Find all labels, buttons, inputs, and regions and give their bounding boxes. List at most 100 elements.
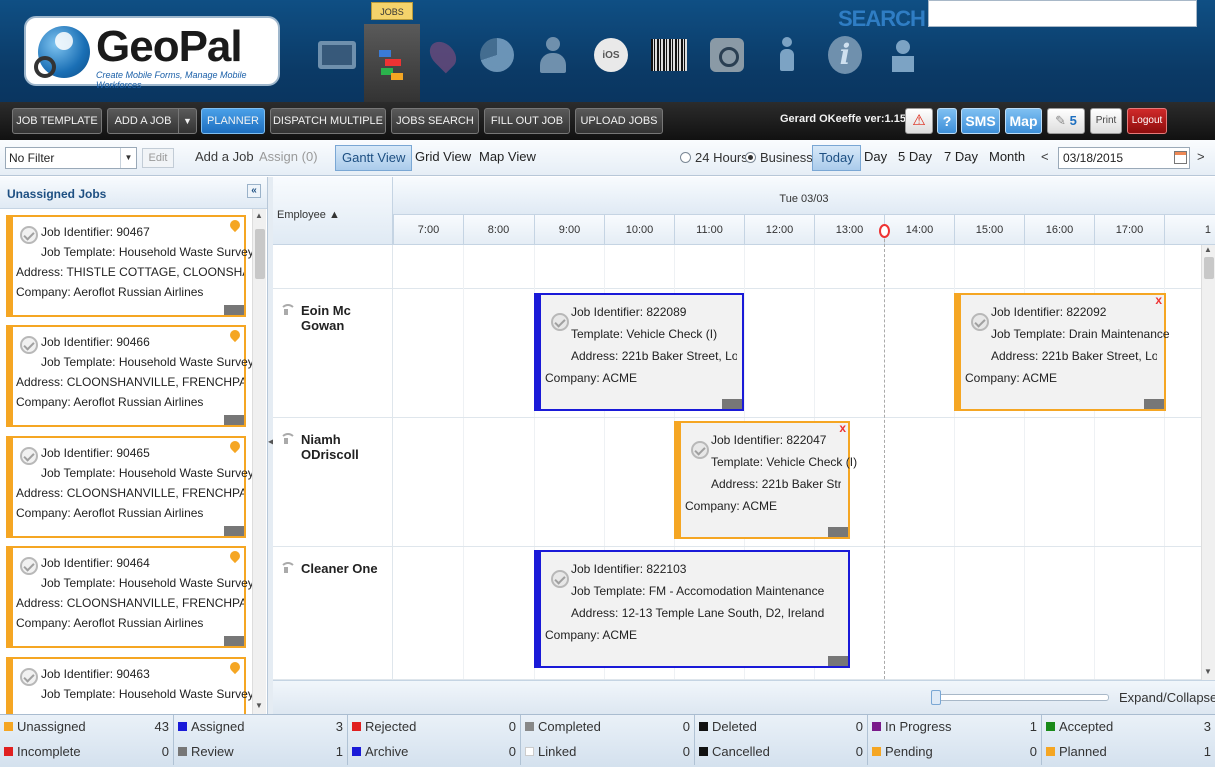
- legend-item-completed[interactable]: Completed 0: [521, 715, 695, 740]
- legend-item-archive[interactable]: Archive 0: [348, 740, 521, 765]
- help-button[interactable]: ?: [937, 108, 957, 134]
- add-a-job-button[interactable]: ADD A JOB ▼: [107, 108, 197, 134]
- close-icon[interactable]: x: [839, 421, 846, 435]
- drag-handle[interactable]: [1144, 399, 1164, 409]
- assign-link[interactable]: Assign (0): [259, 149, 318, 164]
- legend-item-incomplete[interactable]: Incomplete 0: [0, 740, 174, 765]
- date-input[interactable]: 03/18/2015: [1058, 147, 1190, 169]
- grid-view-button[interactable]: Grid View: [409, 145, 477, 171]
- calendar-icon[interactable]: [1174, 151, 1187, 164]
- next-date-button[interactable]: >: [1197, 149, 1205, 164]
- chevron-down-icon[interactable]: ▼: [178, 109, 196, 133]
- check-icon[interactable]: [20, 668, 38, 686]
- collapse-panel-icon[interactable]: «: [247, 184, 261, 198]
- map-pin-icon[interactable]: [230, 220, 240, 234]
- user-icon[interactable]: [530, 30, 576, 80]
- zoom-slider[interactable]: [931, 690, 1109, 705]
- map-view-button[interactable]: Map View: [473, 145, 542, 171]
- filter-select[interactable]: No Filter ▼: [5, 147, 137, 169]
- gantt-job-bar[interactable]: x Job Identifier: 822047 Template: Vehic…: [674, 421, 857, 539]
- slider-handle[interactable]: [931, 690, 941, 705]
- check-icon[interactable]: [20, 447, 38, 465]
- map-pin-icon[interactable]: [230, 441, 240, 455]
- unassigned-job-card[interactable]: Job Identifier: 90463 Job Template: Hous…: [6, 657, 254, 714]
- month-button[interactable]: Month: [983, 145, 1031, 171]
- upload-jobs-button[interactable]: UPLOAD JOBS: [575, 108, 663, 134]
- barcode-icon[interactable]: [646, 30, 692, 80]
- worker-icon[interactable]: [880, 30, 926, 80]
- business-radio[interactable]: Business: [745, 150, 813, 165]
- notes-button[interactable]: ✎ 5: [1047, 108, 1085, 134]
- unassigned-job-card[interactable]: Job Identifier: 90465 Job Template: Hous…: [6, 436, 254, 538]
- legend-item-cancelled[interactable]: Cancelled 0: [695, 740, 868, 765]
- 5-day-button[interactable]: 5 Day: [892, 145, 938, 171]
- drag-handle[interactable]: [722, 399, 742, 409]
- map-pin-icon[interactable]: [230, 662, 240, 676]
- scroll-up-icon[interactable]: ▲: [1204, 245, 1212, 254]
- scroll-thumb[interactable]: [255, 229, 265, 279]
- legend-item-deleted[interactable]: Deleted 0: [695, 715, 868, 740]
- map-pin-icon[interactable]: [230, 330, 240, 344]
- dispatch-multiple-button[interactable]: DISPATCH MULTIPLE: [270, 108, 386, 134]
- legend-item-assigned[interactable]: Assigned 3: [174, 715, 348, 740]
- check-icon[interactable]: [20, 226, 38, 244]
- employee-cell[interactable]: Niamh ODriscoll: [273, 418, 393, 546]
- close-icon[interactable]: x: [1155, 293, 1162, 307]
- legend-item-linked[interactable]: Linked 0: [521, 740, 695, 765]
- scroll-thumb[interactable]: [1204, 257, 1214, 279]
- legend-item-review[interactable]: Review 1: [174, 740, 348, 765]
- info-icon[interactable]: i: [822, 30, 868, 80]
- employee-cell[interactable]: Eoin Mc Gowan: [273, 289, 393, 417]
- drag-handle[interactable]: [224, 305, 244, 315]
- employee-column-header[interactable]: Employee ▲: [273, 177, 393, 245]
- check-icon[interactable]: [20, 336, 38, 354]
- sms-button[interactable]: SMS: [961, 108, 1000, 134]
- check-icon[interactable]: [20, 557, 38, 575]
- scroll-down-icon[interactable]: ▼: [1204, 667, 1212, 676]
- prev-date-button[interactable]: <: [1041, 149, 1049, 164]
- unassigned-job-card[interactable]: Job Identifier: 90464 Job Template: Hous…: [6, 546, 254, 648]
- gantt-job-bar[interactable]: Job Identifier: 822103 Job Template: FM …: [534, 550, 850, 668]
- legend-item-pending[interactable]: Pending 0: [868, 740, 1042, 765]
- 7-day-button[interactable]: 7 Day: [938, 145, 984, 171]
- alert-person-icon[interactable]: [764, 30, 810, 80]
- fill-out-job-button[interactable]: FILL OUT JOB: [484, 108, 570, 134]
- legend-item-accepted[interactable]: Accepted 3: [1042, 715, 1215, 740]
- planner-button[interactable]: PLANNER: [201, 108, 265, 134]
- check-icon[interactable]: [691, 441, 709, 459]
- scroll-down-icon[interactable]: ▼: [255, 701, 263, 710]
- legend-item-unassigned[interactable]: Unassigned 43: [0, 715, 174, 740]
- legend-item-rejected[interactable]: Rejected 0: [348, 715, 521, 740]
- gantt-view-button[interactable]: Gantt View: [335, 145, 413, 171]
- search-input[interactable]: [928, 0, 1197, 27]
- map-pin-icon[interactable]: [420, 30, 466, 80]
- unassigned-job-card[interactable]: Job Identifier: 90467 Job Template: Hous…: [6, 215, 254, 317]
- today-button[interactable]: Today: [812, 145, 861, 171]
- check-icon[interactable]: [551, 313, 569, 331]
- ios-app-icon[interactable]: iOS: [588, 30, 634, 80]
- drag-handle[interactable]: [828, 527, 848, 537]
- drag-handle[interactable]: [828, 656, 848, 666]
- 24-hours-radio[interactable]: 24 Hours: [680, 150, 748, 165]
- unassigned-job-card[interactable]: Job Identifier: 90466 Job Template: Hous…: [6, 325, 254, 427]
- check-icon[interactable]: [971, 313, 989, 331]
- monitor-icon[interactable]: [314, 30, 360, 80]
- print-button[interactable]: Print: [1090, 108, 1122, 134]
- drag-handle[interactable]: [224, 415, 244, 425]
- geopal-logo[interactable]: GeoPal Create Mobile Forms, Manage Mobil…: [24, 16, 280, 90]
- unassigned-scrollbar[interactable]: ▲ ▼: [252, 209, 266, 714]
- scroll-up-icon[interactable]: ▲: [255, 211, 263, 220]
- warning-button[interactable]: ⚠: [905, 108, 933, 134]
- gantt-job-bar[interactable]: x Job Identifier: 822092 Job Template: D…: [954, 293, 1170, 411]
- check-icon[interactable]: [551, 570, 569, 588]
- gantt-job-bar[interactable]: Job Identifier: 822089 Template: Vehicle…: [534, 293, 744, 411]
- job-template-button[interactable]: JOB TEMPLATE: [12, 108, 102, 134]
- legend-item-planned[interactable]: Planned 1: [1042, 740, 1215, 765]
- drag-handle[interactable]: [224, 636, 244, 646]
- add-job-link[interactable]: Add a Job: [195, 149, 254, 164]
- legend-item-in-progress[interactable]: In Progress 1: [868, 715, 1042, 740]
- pie-chart-icon[interactable]: [474, 30, 520, 80]
- map-pin-icon[interactable]: [230, 551, 240, 565]
- edit-filter-button[interactable]: Edit: [142, 148, 174, 168]
- day-button[interactable]: Day: [858, 145, 893, 171]
